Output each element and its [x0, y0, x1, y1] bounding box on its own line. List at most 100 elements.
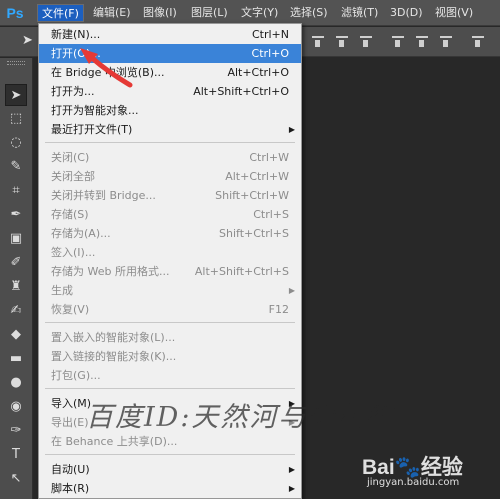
submenu-arrow-icon: ▶	[288, 286, 295, 295]
submenu-arrow-icon: ▶	[288, 125, 295, 134]
menu-item-shortcut: Ctrl+O	[251, 47, 289, 60]
menu-item-package[interactable]: 打包(G)...	[39, 366, 301, 385]
move-tool-preset-icon[interactable]: ➤	[22, 33, 33, 48]
menu-item-revert[interactable]: 恢复(V) F12	[39, 300, 301, 319]
menu-item-label: 自动(U)	[51, 463, 90, 476]
menu-filter[interactable]: 滤镜(T)	[337, 4, 382, 22]
lasso-tool-icon[interactable]: ◌	[5, 132, 27, 154]
menu-select[interactable]: 选择(S)	[286, 4, 332, 22]
tools-panel: ➤⬚◌✎⌗✒▣✐♜✍◆▬●◉✑T↖ ▭	[0, 58, 33, 499]
menu-item-label: 恢复(V)	[51, 303, 90, 316]
shape-tool-icon[interactable]: ▭	[5, 492, 27, 499]
quick-selection-tool-icon[interactable]: ✎	[5, 156, 27, 178]
menu-item-scripts[interactable]: 脚本(R) ▶	[39, 479, 301, 498]
menu-item-label: 关闭并转到 Bridge...	[51, 189, 156, 202]
menu-item-label: 生成	[51, 284, 73, 297]
menu-item-label: 最近打开文件(T)	[51, 123, 133, 136]
menu-item-label: 关闭全部	[51, 170, 95, 183]
menu-item-label: 存储(S)	[51, 208, 89, 221]
menu-item-label: 签入(I)...	[51, 246, 96, 259]
marquee-tool-icon[interactable]: ⬚	[5, 108, 27, 130]
menu-item-automate[interactable]: 自动(U) ▶	[39, 460, 301, 479]
menu-item-label: 打包(G)...	[51, 369, 101, 382]
menu-item-save-for-web[interactable]: 存储为 Web 所用格式... Alt+Shift+Ctrl+S	[39, 262, 301, 281]
pen-tool-icon[interactable]: ✑	[5, 420, 27, 442]
path-selection-tool-icon[interactable]: ↖	[5, 468, 27, 490]
align-left-icon[interactable]	[392, 36, 404, 48]
watermark-text: 百度ID:天然河与你相约	[86, 402, 395, 433]
menu-item-check-in[interactable]: 签入(I)...	[39, 243, 301, 262]
type-tool-icon[interactable]: T	[5, 444, 27, 466]
menu-view[interactable]: 视图(V)	[431, 4, 477, 22]
baidu-url: jingyan.baidu.com	[367, 477, 460, 488]
menu-item-open-as[interactable]: 打开为... Alt+Shift+Ctrl+O	[39, 82, 301, 101]
menu-item-share-on-behance[interactable]: 在 Behance 上共享(D)...	[39, 432, 301, 451]
menu-item-shortcut: F12	[268, 303, 289, 316]
menu-item-shortcut: Shift+Ctrl+S	[219, 227, 289, 240]
menu-item-new[interactable]: 新建(N)... Ctrl+N	[39, 25, 301, 44]
dodge-tool-icon[interactable]: ◉	[5, 396, 27, 418]
photoshop-logo: Ps	[6, 5, 24, 21]
menu-item-label: 脚本(R)	[51, 482, 90, 495]
menu-item-label: 存储为(A)...	[51, 227, 111, 240]
menu-item-place-embedded[interactable]: 置入嵌入的智能对象(L)...	[39, 328, 301, 347]
menu-item-place-linked[interactable]: 置入链接的智能对象(K)...	[39, 347, 301, 366]
menu-item-generate[interactable]: 生成 ▶	[39, 281, 301, 300]
menu-edit[interactable]: 编辑(E)	[89, 4, 135, 22]
menu-item-label: 打开(O)...	[51, 47, 101, 60]
align-top-icon[interactable]	[312, 36, 324, 48]
menu-item-label: 存储为 Web 所用格式...	[51, 265, 170, 278]
align-horizontal-center-icon[interactable]	[416, 36, 428, 48]
menu-file[interactable]: 文件(F)	[37, 4, 84, 22]
menu-3d[interactable]: 3D(D)	[386, 4, 427, 22]
crop-tool-icon[interactable]: ⌗	[5, 180, 27, 202]
menu-item-label: 置入链接的智能对象(K)...	[51, 350, 177, 363]
menu-item-shortcut: Alt+Shift+Ctrl+S	[194, 265, 289, 278]
menu-item-label: 导出(E)	[51, 416, 89, 429]
menu-item-save[interactable]: 存储(S) Ctrl+S	[39, 205, 301, 224]
move-tool-icon[interactable]: ➤	[5, 84, 27, 106]
menu-type[interactable]: 文字(Y)	[237, 4, 282, 22]
menu-image[interactable]: 图像(I)	[139, 4, 181, 22]
menu-layer[interactable]: 图层(L)	[187, 4, 232, 22]
submenu-arrow-icon: ▶	[288, 484, 295, 493]
menu-separator	[45, 322, 295, 323]
menu-item-shortcut: Alt+Ctrl+W	[225, 170, 289, 183]
distribute-top-icon[interactable]	[472, 36, 484, 48]
menu-item-close[interactable]: 关闭(C) Ctrl+W	[39, 148, 301, 167]
panel-grip[interactable]	[7, 61, 25, 65]
brush-tool-icon[interactable]: ✐	[5, 252, 27, 274]
menu-item-open-recent[interactable]: 最近打开文件(T) ▶	[39, 120, 301, 139]
menu-item-save-as[interactable]: 存储为(A)... Shift+Ctrl+S	[39, 224, 301, 243]
align-bottom-icon[interactable]	[360, 36, 372, 48]
menu-item-shortcut: Ctrl+W	[249, 151, 289, 164]
menu-separator	[45, 388, 295, 389]
gradient-tool-icon[interactable]: ▬	[5, 348, 27, 370]
blur-tool-icon[interactable]: ●	[5, 372, 27, 394]
stamp-tool-icon[interactable]: ♜	[5, 276, 27, 298]
baidu-jingyan-watermark: Bai🐾经验 jingyan.baidu.com	[362, 451, 498, 497]
history-brush-tool-icon[interactable]: ✍	[5, 300, 27, 322]
menu-item-shortcut: Shift+Ctrl+W	[215, 189, 289, 202]
menu-item-open[interactable]: 打开(O)... Ctrl+O	[39, 44, 301, 63]
eyedropper-tool-icon[interactable]: ✒	[5, 204, 27, 226]
healing-brush-tool-icon[interactable]: ▣	[5, 228, 27, 250]
menu-item-label: 打开为智能对象...	[51, 104, 139, 117]
menu-item-label: 在 Bridge 中浏览(B)...	[51, 66, 165, 79]
menu-item-label: 关闭(C)	[51, 151, 90, 164]
eraser-tool-icon[interactable]: ◆	[5, 324, 27, 346]
menu-item-close-all[interactable]: 关闭全部 Alt+Ctrl+W	[39, 167, 301, 186]
menu-item-shortcut: Alt+Ctrl+O	[227, 66, 289, 79]
menu-item-label: 置入嵌入的智能对象(L)...	[51, 331, 176, 344]
menu-item-close-and-go-to-bridge[interactable]: 关闭并转到 Bridge... Shift+Ctrl+W	[39, 186, 301, 205]
menu-item-label: 打开为...	[51, 85, 95, 98]
submenu-arrow-icon: ▶	[288, 465, 295, 474]
menu-item-browse-in-bridge[interactable]: 在 Bridge 中浏览(B)... Alt+Ctrl+O	[39, 63, 301, 82]
menu-separator	[45, 142, 295, 143]
menu-item-label: 新建(N)...	[51, 28, 101, 41]
menu-item-shortcut: Ctrl+S	[253, 208, 289, 221]
menu-item-shortcut: Ctrl+N	[251, 28, 289, 41]
align-right-icon[interactable]	[440, 36, 452, 48]
menu-item-open-as-smart-object[interactable]: 打开为智能对象...	[39, 101, 301, 120]
align-vertical-center-icon[interactable]	[336, 36, 348, 48]
